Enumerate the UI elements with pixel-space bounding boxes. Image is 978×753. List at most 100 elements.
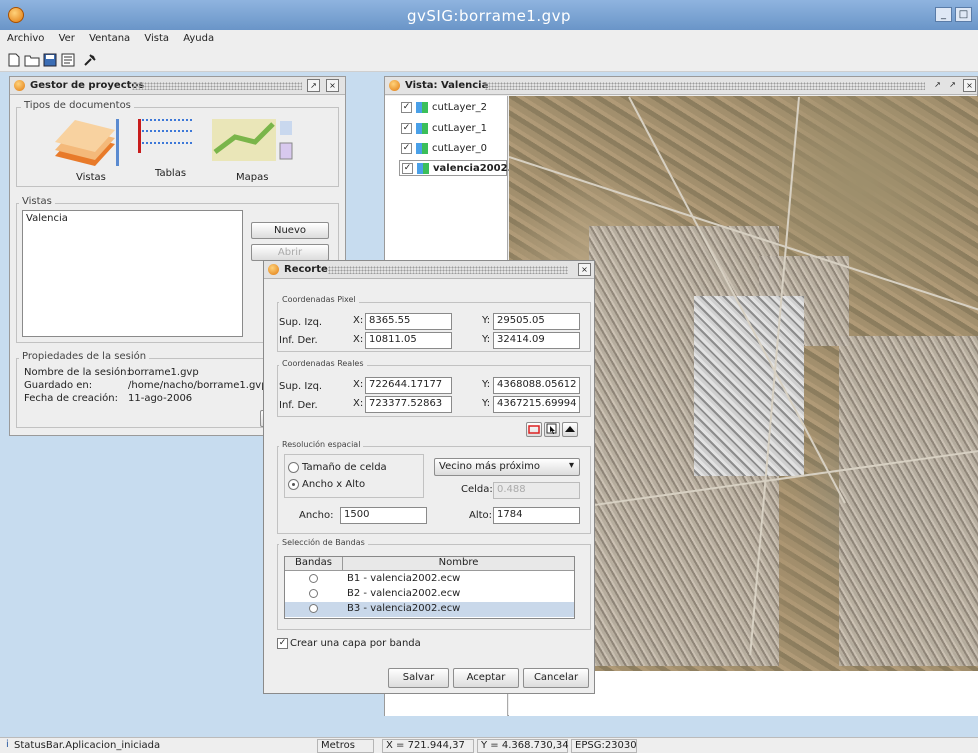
doc-type-tablas[interactable]: Tablas — [155, 168, 186, 179]
urban-area — [839, 336, 978, 666]
collapse-up-icon[interactable] — [562, 422, 578, 437]
pixel-inf-x-input[interactable]: 10811.05 — [365, 332, 452, 349]
y-coordinate: Y = 4.368.730,34 — [477, 739, 569, 753]
toc-layer-valencia2002[interactable]: ✓ valencia2002.e — [399, 160, 518, 176]
session-date-key: Fecha de creación: — [24, 393, 118, 404]
inf-der-label: Inf. Der. — [279, 400, 318, 411]
table-row-selected[interactable]: B3 - valencia2002.ecw — [285, 602, 574, 617]
save-button[interactable]: Salvar — [388, 668, 449, 688]
layer-visibility-checkbox[interactable]: ✓ — [401, 102, 412, 113]
doc-types-label: Tipos de documentos — [21, 100, 134, 111]
cell-size-radio[interactable] — [288, 462, 299, 473]
real-inf-x-input[interactable]: 723377.52863 — [365, 396, 452, 413]
restore-icon[interactable]: ↗ — [307, 79, 320, 92]
layer-per-band-checkbox[interactable]: ✓ — [277, 638, 288, 649]
close-icon[interactable]: × — [963, 79, 976, 92]
open-view-button[interactable]: Abrir — [251, 244, 329, 261]
session-path-key: Guardado en: — [24, 380, 93, 391]
y-label: Y: — [482, 398, 491, 409]
views-list-item[interactable]: Valencia — [23, 211, 242, 226]
x-coordinate: X = 721.944,37 — [382, 739, 474, 753]
ancho-label: Ancho: — [299, 510, 334, 521]
maximize-icon[interactable]: ↗ — [946, 79, 959, 92]
project-manager-header: Gestor de proyectos ↗ × — [10, 77, 345, 95]
alto-input[interactable]: 1784 — [493, 507, 580, 524]
menu-vista[interactable]: Vista — [137, 30, 173, 44]
gvsig-small-icon — [268, 264, 279, 275]
chevron-down-icon: ▾ — [568, 460, 574, 471]
sup-izq-label: Sup. Izq. — [279, 381, 323, 392]
y-label: Y: — [482, 379, 491, 390]
accept-button[interactable]: Aceptar — [453, 668, 519, 688]
width-height-label: Ancho x Alto — [302, 479, 366, 490]
views-label: Vistas — [19, 196, 55, 207]
doc-type-vistas[interactable]: Vistas — [76, 172, 106, 183]
tools-icon[interactable] — [82, 53, 98, 68]
band-radio[interactable] — [309, 589, 318, 598]
properties-icon[interactable] — [60, 53, 76, 68]
session-name-value: borrame1.gvp — [128, 367, 199, 378]
menu-archivo[interactable]: Archivo — [0, 30, 48, 44]
menu-ventana[interactable]: Ventana — [82, 30, 134, 44]
menu-ayuda[interactable]: Ayuda — [176, 30, 218, 44]
new-view-button[interactable]: Nuevo — [251, 222, 329, 239]
x-label: X: — [353, 334, 364, 345]
close-icon[interactable]: × — [578, 263, 591, 276]
info-icon: i — [6, 739, 9, 750]
bands-col-header: Bandas — [285, 557, 343, 571]
restore-icon[interactable]: ↗ — [931, 79, 944, 92]
bands-table: Bandas Nombre B1 - valencia2002.ecw B2 -… — [284, 556, 575, 619]
tables-doc-icon[interactable] — [134, 117, 194, 155]
x-label: X: — [353, 398, 364, 409]
doc-type-mapas[interactable]: Mapas — [236, 172, 268, 183]
pixel-coords-label: Coordenadas Pixel — [279, 295, 359, 304]
real-inf-y-input[interactable]: 4367215.69994 — [493, 396, 580, 413]
pixel-sup-x-input[interactable]: 8365.55 — [365, 313, 452, 330]
real-coords-label: Coordenadas Reales — [279, 359, 367, 368]
table-row[interactable]: B1 - valencia2002.ecw — [285, 572, 574, 587]
minimize-button[interactable]: _ — [935, 7, 952, 22]
maps-doc-icon[interactable] — [210, 117, 294, 163]
name-col-header: Nombre — [438, 557, 479, 568]
cancel-button[interactable]: Cancelar — [523, 668, 589, 688]
bands-label: Selección de Bandas — [279, 538, 368, 547]
recorte-title: Recorte — [284, 264, 328, 275]
layer-visibility-checkbox[interactable]: ✓ — [402, 163, 413, 174]
views-doc-icon[interactable] — [50, 114, 120, 169]
real-sup-x-input[interactable]: 722644.17177 — [365, 377, 452, 394]
close-icon[interactable]: × — [326, 79, 339, 92]
units-display: Metros — [317, 739, 374, 753]
session-date-value: 11-ago-2006 — [128, 393, 193, 404]
toolbar — [0, 50, 978, 72]
menu-ver[interactable]: Ver — [52, 30, 79, 44]
layer-visibility-checkbox[interactable]: ✓ — [401, 143, 412, 154]
x-label: X: — [353, 315, 364, 326]
views-list[interactable]: Valencia — [22, 210, 243, 337]
select-tool-icon[interactable] — [544, 422, 560, 437]
band-radio[interactable] — [309, 604, 318, 613]
interpolation-value: Vecino más próximo — [439, 461, 540, 472]
y-label: Y: — [482, 315, 491, 326]
save-icon[interactable] — [42, 53, 58, 68]
sup-izq-label: Sup. Izq. — [279, 317, 323, 328]
window-title-bar: gvSIG:borrame1.gvp _ □ — [0, 0, 978, 30]
real-sup-y-input[interactable]: 4368088.05612 — [493, 377, 580, 394]
table-row[interactable]: B2 - valencia2002.ecw — [285, 587, 574, 602]
new-file-icon[interactable] — [6, 53, 22, 68]
raster-layer-icon — [416, 102, 428, 113]
ancho-input[interactable]: 1500 — [340, 507, 427, 524]
pixel-inf-y-input[interactable]: 32414.09 — [493, 332, 580, 349]
maximize-button[interactable]: □ — [955, 7, 972, 22]
pixel-sup-y-input[interactable]: 29505.05 — [493, 313, 580, 330]
band-radio[interactable] — [309, 574, 318, 583]
raster-layer-icon — [416, 123, 428, 134]
width-height-radio[interactable] — [288, 479, 299, 490]
open-folder-icon[interactable] — [24, 53, 40, 68]
layer-per-band-label: Crear una capa por banda — [290, 638, 421, 649]
layer-visibility-checkbox[interactable]: ✓ — [401, 123, 412, 134]
interpolation-select[interactable]: Vecino más próximo ▾ — [434, 458, 580, 476]
select-extent-icon[interactable] — [526, 422, 542, 437]
resolution-label: Resolución espacial — [279, 440, 364, 449]
desktop-area: Gestor de proyectos ↗ × Tipos de documen… — [0, 72, 978, 737]
celda-input[interactable]: 0.488 — [493, 482, 580, 499]
